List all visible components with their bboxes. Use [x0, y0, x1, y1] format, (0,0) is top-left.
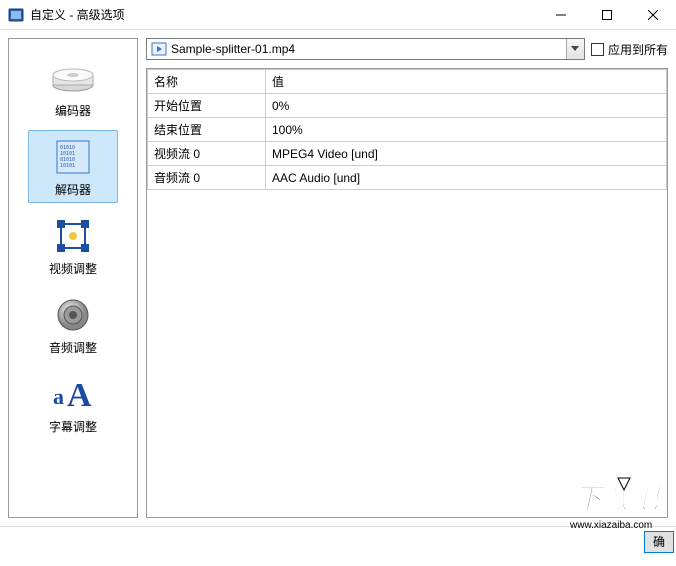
ok-button[interactable]: 确 — [644, 531, 674, 553]
maximize-button[interactable] — [584, 0, 630, 29]
table-header-name[interactable]: 名称 — [148, 70, 266, 94]
audio-adjust-icon — [49, 295, 97, 335]
table-row[interactable]: 视频流 0 MPEG4 Video [und] — [148, 142, 667, 166]
encoder-icon — [49, 58, 97, 98]
properties-table: 名称 值 开始位置 0% 结束位置 100% 视频流 0 MPE — [147, 69, 667, 190]
sidebar-item-label: 字幕调整 — [31, 418, 115, 435]
file-dropdown-selected: Sample-splitter-01.mp4 — [171, 42, 566, 56]
sidebar-item-audio-adjust[interactable]: 音频调整 — [28, 288, 118, 361]
app-icon — [8, 7, 24, 23]
cell-value[interactable]: MPEG4 Video [und] — [266, 142, 667, 166]
sidebar-item-label: 编码器 — [31, 102, 115, 119]
cell-name: 开始位置 — [148, 94, 266, 118]
sidebar-item-label: 解码器 — [31, 181, 115, 198]
file-row: Sample-splitter-01.mp4 应用到所有 — [146, 38, 668, 60]
svg-text:A: A — [67, 377, 92, 414]
titlebar: 自定义 - 高级选项 — [0, 0, 676, 30]
cell-value[interactable]: 100% — [266, 118, 667, 142]
cell-name: 音频流 0 — [148, 166, 266, 190]
window-title: 自定义 - 高级选项 — [30, 6, 538, 23]
table-row[interactable]: 结束位置 100% — [148, 118, 667, 142]
apply-all-checkbox[interactable]: 应用到所有 — [591, 41, 668, 58]
sidebar-item-video-adjust[interactable]: 视频调整 — [28, 209, 118, 282]
table-header-value[interactable]: 值 — [266, 70, 667, 94]
apply-all-label: 应用到所有 — [608, 41, 668, 58]
content-area: 编码器 01010 10101 01010 10101 解码器 — [0, 30, 676, 526]
sidebar-item-label: 视频调整 — [31, 260, 115, 277]
table-row[interactable]: 开始位置 0% — [148, 94, 667, 118]
checkbox-box[interactable] — [591, 43, 604, 56]
file-dropdown[interactable]: Sample-splitter-01.mp4 — [146, 38, 585, 60]
sidebar-item-subtitle-adjust[interactable]: a A 字幕调整 — [28, 367, 118, 440]
cell-value[interactable]: 0% — [266, 94, 667, 118]
svg-text:10101: 10101 — [60, 163, 75, 169]
sidebar: 编码器 01010 10101 01010 10101 解码器 — [8, 38, 138, 518]
minimize-button[interactable] — [538, 0, 584, 29]
sidebar-item-decoder[interactable]: 01010 10101 01010 10101 解码器 — [28, 130, 118, 203]
window-controls — [538, 0, 676, 29]
svg-text:a: a — [53, 384, 64, 409]
sidebar-item-encoder[interactable]: 编码器 — [28, 51, 118, 124]
properties-table-wrap: 名称 值 开始位置 0% 结束位置 100% 视频流 0 MPE — [146, 68, 668, 518]
main-panel: Sample-splitter-01.mp4 应用到所有 名称 值 — [146, 38, 668, 518]
decoder-icon: 01010 10101 01010 10101 — [49, 137, 97, 177]
chevron-down-icon[interactable] — [566, 39, 584, 59]
video-file-icon — [151, 41, 167, 57]
cell-name: 结束位置 — [148, 118, 266, 142]
table-row[interactable]: 音频流 0 AAC Audio [und] — [148, 166, 667, 190]
cell-value[interactable]: AAC Audio [und] — [266, 166, 667, 190]
close-button[interactable] — [630, 0, 676, 29]
cell-name: 视频流 0 — [148, 142, 266, 166]
footer: 确 — [0, 526, 676, 556]
subtitle-adjust-icon: a A — [49, 374, 97, 414]
sidebar-item-label: 音频调整 — [31, 339, 115, 356]
video-adjust-icon — [49, 216, 97, 256]
